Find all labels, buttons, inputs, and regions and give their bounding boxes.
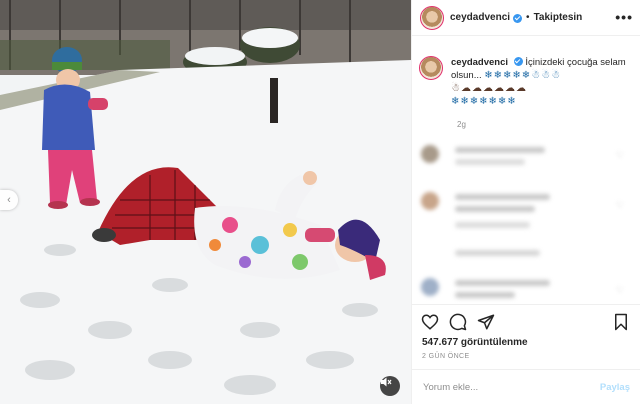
separator: • [526, 12, 530, 23]
comment-form: Paylaş [411, 369, 640, 405]
avatar[interactable] [420, 5, 444, 30]
blurred-comment-line [455, 292, 515, 298]
action-icons [421, 313, 495, 331]
blurred-comment-line [455, 194, 550, 200]
list-item [421, 145, 545, 171]
blurred-comment-line [455, 147, 545, 153]
verified-icon [513, 57, 523, 66]
blurred-replies[interactable] [455, 250, 540, 256]
blurred-comment-line [455, 206, 535, 212]
heart-icon[interactable]: ♡ [616, 200, 624, 211]
caption-time[interactable]: 2g [457, 120, 466, 129]
avatar[interactable] [421, 278, 439, 296]
view-count[interactable]: 547.677 görüntülenme [422, 337, 528, 348]
heart-icon[interactable] [421, 313, 439, 331]
post-video[interactable]: ‹ [0, 0, 411, 404]
heart-icon[interactable]: ♡ [616, 150, 624, 161]
blurred-comment-meta [455, 222, 530, 228]
caption-username[interactable]: ceydadvenci [451, 57, 508, 68]
mute-icon[interactable] [380, 376, 400, 396]
caption-emoji-1: ❄❄❄❄❄☃☃☃ [484, 70, 562, 81]
snow-scene [0, 0, 411, 404]
verified-icon [513, 14, 523, 23]
caption-avatar[interactable] [419, 56, 443, 80]
caption-text-block: ceydadvenci İçinizdeki çocuğa selam olsu… [451, 56, 631, 108]
bookmark-icon[interactable] [612, 313, 630, 331]
comment-input[interactable] [421, 381, 600, 394]
blurred-comment-line [455, 280, 550, 286]
list-item [421, 192, 550, 234]
list-item [455, 250, 540, 262]
more-icon[interactable]: ••• [615, 9, 633, 25]
list-item [421, 278, 550, 304]
post-date[interactable]: 2 GÜN ÖNCE [422, 353, 470, 360]
instagram-post-modal: ‹ ceydadvenci • Takiptesin ••• ceydadven… [0, 0, 640, 404]
avatar[interactable] [421, 192, 439, 210]
post-caption: ceydadvenci İçinizdeki çocuğa selam olsu… [419, 56, 634, 108]
heart-icon[interactable]: ♡ [616, 285, 624, 296]
post-comment-button[interactable]: Paylaş [600, 382, 630, 393]
header-username[interactable]: ceydadvenci [450, 12, 510, 23]
avatar[interactable] [421, 145, 439, 163]
caption-emoji-3: ❄❄❄❄❄❄❄ [451, 96, 517, 107]
comment-icon[interactable] [449, 313, 467, 331]
caption-emoji-2: ☃☁☁☁☁☁☁ [451, 83, 527, 94]
post-header: ceydadvenci • Takiptesin ••• [412, 0, 640, 36]
post-actions: 547.677 görüntülenme 2 GÜN ÖNCE Paylaş [411, 304, 640, 404]
share-icon[interactable] [477, 313, 495, 331]
blurred-comment-meta [455, 159, 525, 165]
follow-button[interactable]: Takiptesin [534, 12, 583, 23]
